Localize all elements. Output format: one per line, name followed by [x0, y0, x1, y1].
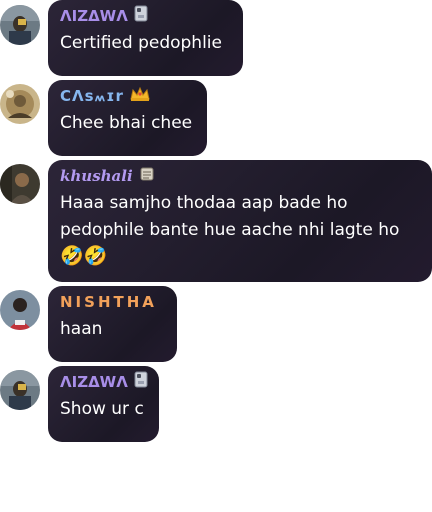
message-text: Show ur c: [60, 399, 144, 419]
rofl-emoji-icon: 🤣🤣: [60, 245, 108, 267]
sender-row: NISHTHA: [60, 292, 165, 312]
sender-name[interactable]: CΛs៳ɪr: [60, 86, 124, 106]
message-text: Chee bhai chee: [60, 113, 193, 133]
sender-name[interactable]: ΛIZΔWΛ: [60, 372, 128, 392]
sender-row: ΛIZΔWΛ: [60, 371, 148, 393]
message-bubble: CΛs៳ɪr Chee bhai chee: [48, 80, 207, 156]
sender-name[interactable]: ΛIZΔWΛ: [60, 6, 128, 26]
crown-icon: [130, 86, 150, 107]
avatar[interactable]: [0, 84, 40, 124]
phone-case-icon: [134, 371, 148, 393]
avatar[interactable]: [0, 370, 40, 410]
message-text: Haaa samjho thodaa aap bade ho pedophile…: [60, 190, 420, 268]
sender-name[interactable]: NISHTHA: [60, 292, 157, 312]
avatar[interactable]: [0, 5, 40, 45]
sender-row: CΛs៳ɪr: [60, 86, 195, 106]
phone-case-icon: [134, 5, 148, 27]
paper-scroll-icon: [139, 166, 155, 187]
message-bubble: ΛIZΔWΛ Show ur c: [48, 366, 159, 442]
sender-row: ΛIZΔWΛ: [60, 5, 231, 27]
chat-message-list: ΛIZΔWΛ Certified pedophlie CΛs៳ɪr Chee b…: [0, 0, 432, 512]
message-bubble: NISHTHA haan: [48, 286, 177, 362]
message-bubble: ΛIZΔWΛ Certified pedophlie: [48, 0, 243, 76]
message-bubble: khushali Haaa samjho thodaa aap bade ho …: [48, 160, 432, 282]
message-text-line: Haaa samjho thodaa aap bade ho: [60, 193, 348, 213]
sender-name[interactable]: khushali: [60, 166, 133, 186]
avatar[interactable]: [0, 164, 40, 204]
avatar[interactable]: [0, 290, 40, 330]
sender-row: khushali: [60, 166, 420, 186]
message-text: haan: [60, 319, 103, 339]
message-text: Certified pedophlie: [60, 33, 222, 53]
message-text-line: pedophile bante hue aache nhi lagte ho: [60, 220, 400, 240]
